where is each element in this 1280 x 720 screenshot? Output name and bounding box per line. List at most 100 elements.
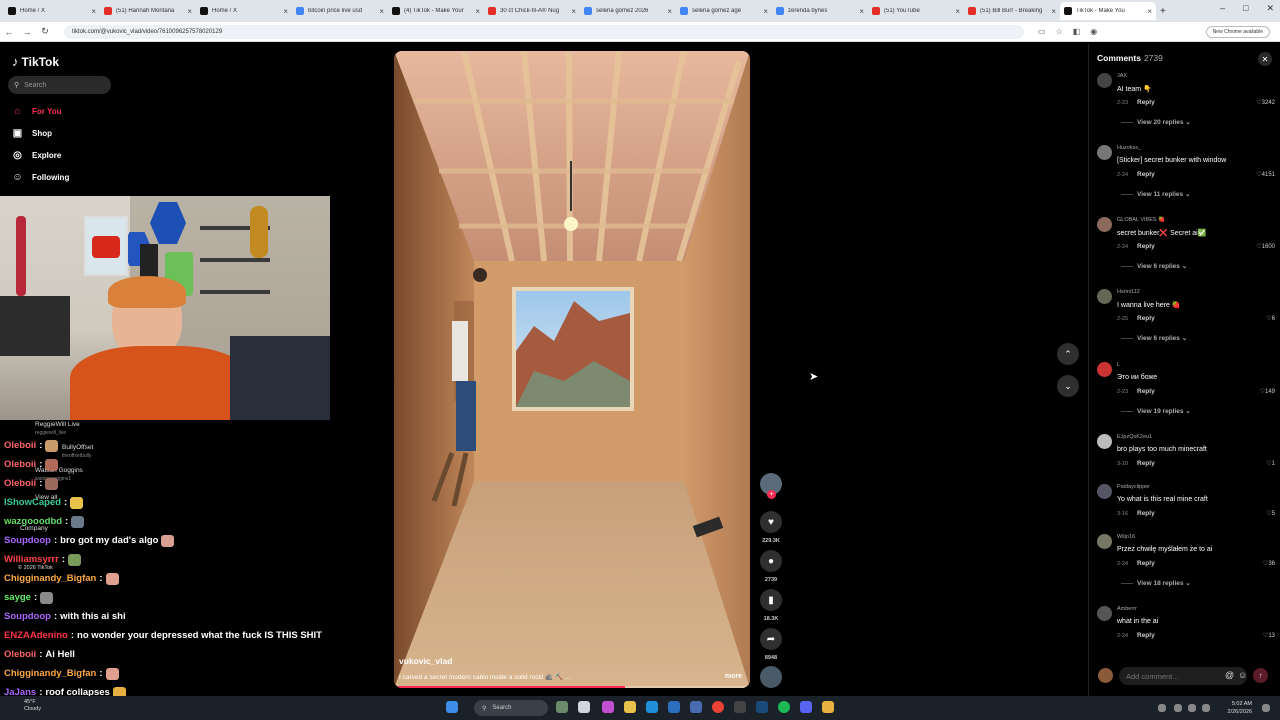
comment-like-button[interactable]: ♡13 [1263,632,1275,639]
close-tab-icon[interactable]: × [667,7,672,16]
next-video-chevron-down-icon[interactable]: ⌄ [1057,375,1079,397]
comment-username[interactable]: Amberrr [1117,606,1137,612]
comment-like-button[interactable]: ♡36 [1263,560,1275,567]
nav-item-for-you[interactable]: ⌂ For You [11,105,61,118]
share-button[interactable]: ➦ 8948 [760,628,782,661]
comment-like-button[interactable]: ♡5 [1266,510,1275,517]
file-explorer-icon[interactable] [624,701,636,713]
obs-icon[interactable] [734,701,746,713]
like-button[interactable]: ♥ 229.3K [760,511,782,544]
follow-plus-icon[interactable]: + [767,490,776,499]
view-replies-button[interactable]: View 11 replies ⌄ [1121,190,1190,198]
emoji-icon[interactable]: ☺ [1238,670,1247,680]
view-replies-button[interactable]: View 6 replies ⌄ [1121,262,1187,270]
browser-tab[interactable]: (51) YouTube × [868,2,964,20]
previous-video-chevron-up-icon[interactable]: ⌃ [1057,343,1079,365]
video-player[interactable]: vukovic_vlad I carved a secret modern ca… [394,51,750,688]
nav-item-shop[interactable]: ▣ Shop [11,127,52,140]
copilot-icon[interactable] [602,701,614,713]
weather-widget[interactable]: 45°F Cloudy [24,699,41,713]
app-icon[interactable] [690,701,702,713]
store-icon[interactable] [668,701,680,713]
browser-tab[interactable]: (51) Bill Burr - Breaking × [964,2,1060,20]
steam-icon[interactable] [756,701,768,713]
close-tab-icon[interactable]: × [91,7,96,16]
widgets-icon[interactable] [556,701,568,713]
notification-bell-icon[interactable] [1262,704,1270,712]
sound-disc[interactable] [760,666,782,688]
close-window-icon[interactable]: ✕ [1266,3,1274,14]
reload-icon[interactable]: ↻ [36,26,54,37]
close-tab-icon[interactable]: × [859,7,864,16]
browser-tab[interactable]: zerenda bynes × [772,2,868,20]
browser-tab[interactable]: Home / X × [196,2,292,20]
close-tab-icon[interactable]: × [475,7,480,16]
browser-tab[interactable]: selena gomez age × [676,2,772,20]
reply-button[interactable]: Reply [1137,243,1155,250]
comment-username[interactable]: L [1117,362,1120,368]
taskbar-search[interactable]: ⚲ Search [474,700,548,716]
view-replies-button[interactable]: View 20 replies ⌄ [1121,118,1191,126]
discord-icon[interactable] [800,701,812,713]
nav-item-following[interactable]: ☺ Following [11,171,69,184]
nav-item-explore[interactable]: ◎ Explore [11,149,61,162]
commenter-avatar[interactable] [1097,434,1112,449]
maximize-icon[interactable]: □ [1243,3,1248,14]
network-icon[interactable] [1174,704,1182,712]
comment-username[interactable]: Paidayclipper [1117,484,1150,490]
close-tab-icon[interactable]: × [283,7,288,16]
battery-icon[interactable] [1202,704,1210,712]
close-icon[interactable]: ✕ [1258,52,1272,66]
reply-button[interactable]: Reply [1137,460,1155,467]
reply-button[interactable]: Reply [1137,99,1155,106]
comment-username[interactable]: Wiljo16 [1117,534,1135,540]
chrome-icon[interactable] [712,701,724,713]
close-tab-icon[interactable]: × [1147,7,1152,16]
browser-tab[interactable]: selena gomez 2026 × [580,2,676,20]
close-tab-icon[interactable]: × [955,7,960,16]
commenter-avatar[interactable] [1097,73,1112,88]
new-tab-icon[interactable]: + [1160,6,1166,17]
back-icon[interactable]: ← [0,27,18,37]
spotify-icon[interactable] [778,701,790,713]
bookmark-star-icon[interactable]: ☆ [1056,27,1063,36]
commenter-avatar[interactable] [1097,534,1112,549]
search-input[interactable]: ⚲ Search [8,76,111,94]
commenter-avatar[interactable] [1097,484,1112,499]
tray-chevron-icon[interactable] [1158,704,1166,712]
close-tab-icon[interactable]: × [1051,7,1056,16]
reply-button[interactable]: Reply [1137,510,1155,517]
comment-username[interactable]: Hsrini112 [1117,289,1140,295]
view-replies-button[interactable]: View 19 replies ⌄ [1121,407,1191,415]
volume-icon[interactable] [1188,704,1196,712]
reply-button[interactable]: Reply [1137,560,1155,567]
comment-button[interactable]: ● 2739 [760,550,782,583]
forward-icon[interactable]: → [18,27,36,37]
comment-like-button[interactable]: ♡1 [1266,460,1275,467]
comment-username[interactable]: JAX [1117,73,1127,79]
windows-start-icon[interactable] [446,701,458,713]
task-view-icon[interactable] [578,701,590,713]
url-field[interactable]: tiktok.com/@vukovic_vlad/video/761009625… [64,24,1024,39]
update-chrome-button[interactable]: New Chrome available [1205,26,1270,38]
reply-button[interactable]: Reply [1137,632,1155,639]
close-tab-icon[interactable]: × [379,7,384,16]
cast-icon[interactable]: ▭ [1038,27,1046,36]
view-replies-button[interactable]: View 6 replies ⌄ [1121,334,1187,342]
commenter-avatar[interactable] [1097,606,1112,621]
comment-like-button[interactable]: ♡149 [1260,388,1275,395]
reply-button[interactable]: Reply [1137,388,1155,395]
browser-tab[interactable]: 30 ct Chick-fil-A® Nug × [484,2,580,20]
comment-like-button[interactable]: ♡6 [1266,315,1275,322]
browser-tab[interactable]: Home / X × [4,2,100,20]
commenter-avatar[interactable] [1097,217,1112,232]
browser-tab[interactable]: (4) TikTok - Make Your × [388,2,484,20]
comment-like-button[interactable]: ♡4151 [1256,171,1275,178]
comment-like-button[interactable]: ♡1600 [1256,243,1275,250]
mention-icon[interactable]: @ [1225,670,1234,680]
browser-tab[interactable]: TikTok - Make You × [1060,2,1156,20]
clock[interactable]: 5:02 AM 2/26/2026 [1228,700,1252,716]
profile-icon[interactable]: ◉ [1090,27,1097,36]
send-icon[interactable]: ↑ [1253,668,1268,683]
commenter-avatar[interactable] [1097,362,1112,377]
